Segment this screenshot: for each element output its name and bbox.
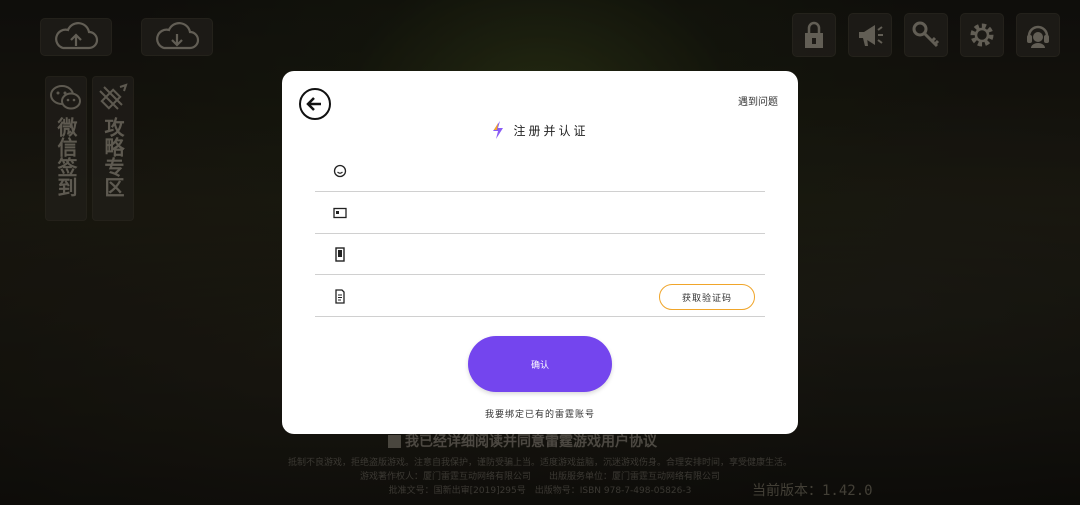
get-code-button[interactable]: 获取验证码 — [659, 284, 755, 310]
lightning-icon — [493, 121, 504, 139]
back-button[interactable] — [299, 88, 331, 120]
code-field-row: 获取验证码 — [315, 276, 765, 317]
register-verify-dialog: 遇到问题 注册并认证 获取验证码 确认 我要绑定已有的雷霆账号 — [282, 71, 798, 434]
id-card-icon — [332, 205, 348, 221]
phone-field-row — [315, 234, 765, 275]
document-icon — [332, 288, 348, 304]
smiley-icon — [332, 163, 348, 179]
name-field-row — [315, 151, 765, 192]
id-field-row — [315, 193, 765, 234]
dialog-title: 注册并认证 — [282, 121, 798, 139]
confirm-button[interactable]: 确认 — [468, 336, 612, 392]
phone-input[interactable] — [360, 238, 765, 270]
arrow-left-icon — [306, 97, 321, 111]
phone-icon — [332, 246, 348, 262]
bind-existing-account-link[interactable]: 我要绑定已有的雷霆账号 — [282, 407, 798, 420]
id-number-input[interactable] — [360, 197, 765, 229]
help-link[interactable]: 遇到问题 — [738, 93, 778, 108]
dialog-title-text: 注册并认证 — [513, 123, 589, 138]
name-input[interactable] — [360, 155, 765, 187]
